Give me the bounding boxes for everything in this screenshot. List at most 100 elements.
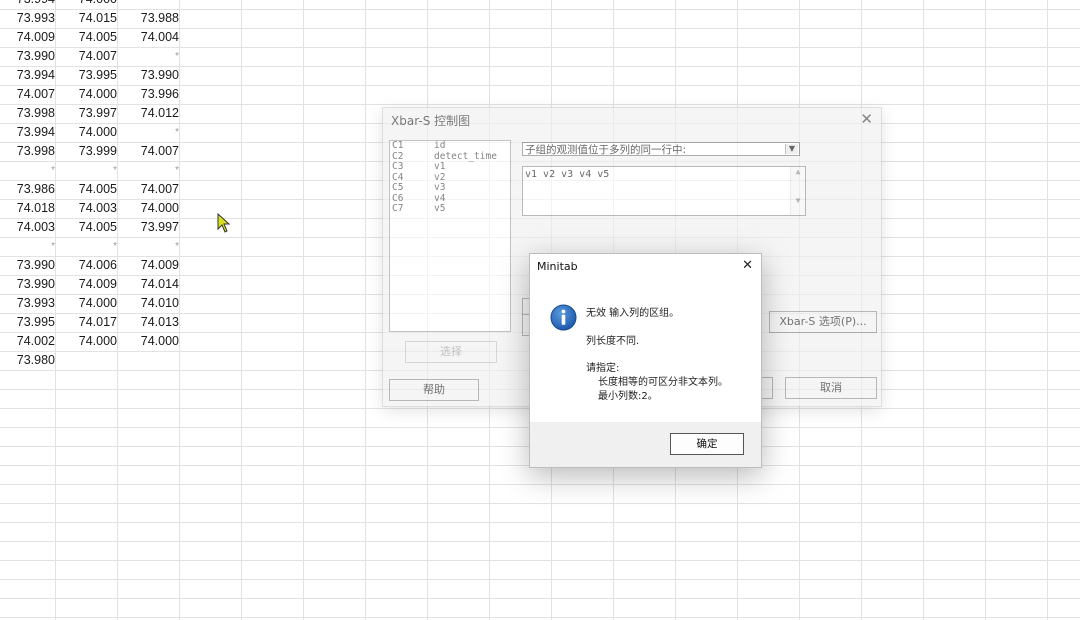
table-cell[interactable]: * [124,161,179,180]
dialog-title: Xbar-S 控制图 [391,114,471,128]
help-button[interactable]: 帮助 [389,379,479,401]
table-cell[interactable]: 74.012 [124,104,179,123]
table-cell[interactable]: 74.000 [62,332,117,351]
table-cell[interactable]: 74.000 [62,123,117,142]
column-list-item[interactable]: C2 detect_time [390,151,510,163]
table-row: 74.002 74.000 74.000 [0,332,240,351]
table-cell[interactable]: 73.995 [0,313,55,332]
table-cell[interactable]: 74.004 [124,28,179,47]
message-box-title: Minitab [537,260,578,273]
table-cell[interactable]: 73.998 [0,142,55,161]
dialog-close-icon[interactable]: ✕ [860,110,873,128]
table-cell[interactable]: 74.005 [62,218,117,237]
table-cell[interactable]: * [0,161,55,180]
table-cell[interactable]: 74.003 [62,199,117,218]
table-cell[interactable]: 74.015 [62,9,117,28]
table-cell[interactable]: 74.009 [124,256,179,275]
table-cell[interactable]: 73.990 [0,275,55,294]
table-cell[interactable]: * [124,237,179,256]
table-cell[interactable]: 73.993 [0,294,55,313]
scroll-down-icon[interactable]: ▼ [791,196,805,205]
table-cell[interactable]: 74.003 [0,218,55,237]
table-cell[interactable]: 74.000 [62,85,117,104]
table-cell[interactable] [62,351,117,370]
column-list-item[interactable]: C7 v5 [390,203,510,215]
table-row: 73.980 [0,351,240,370]
variables-value: v1 v2 v3 v4 v5 [525,169,610,180]
table-cell[interactable]: 73.986 [0,180,55,199]
table-cell[interactable]: 74.017 [62,313,117,332]
table-cell[interactable]: 73.993 [0,9,55,28]
table-cell[interactable]: 74.007 [124,142,179,161]
cancel-button[interactable]: 取消 [785,377,877,399]
table-cell[interactable]: 73.980 [0,351,55,370]
close-icon[interactable]: ✕ [742,258,753,273]
table-cell[interactable]: * [62,161,117,180]
table-cell[interactable]: 73.996 [124,85,179,104]
mouse-cursor-icon [217,212,231,237]
table-cell[interactable]: 74.007 [124,180,179,199]
table-cell[interactable]: 74.010 [124,294,179,313]
table-cell[interactable]: 73.998 [0,104,55,123]
column-id: C5 [392,182,404,193]
column-name: id [434,140,446,151]
message-line: 最小列数:2。 [598,391,658,402]
table-cell[interactable]: 74.018 [0,199,55,218]
table-cell[interactable]: 74.000 [62,294,117,313]
table-row: 74.009 74.005 74.004 [0,28,240,47]
table-cell[interactable]: 73.997 [62,104,117,123]
table-cell[interactable]: 74.000 [62,0,117,9]
table-cell[interactable]: 74.005 [62,28,117,47]
column-list-item[interactable]: C3 v1 [390,161,510,173]
table-cell[interactable]: 74.009 [0,28,55,47]
table-cell[interactable]: * [0,237,55,256]
column-list[interactable]: C1 id C2 detect_time C3 v1 C4 v2 C5 v3 C6 v4 C… [389,140,511,332]
table-cell[interactable]: 74.007 [62,47,117,66]
column-list-item[interactable]: C6 v4 [390,193,510,205]
table-row: 73.998 73.997 74.012 [0,104,240,123]
table-cell[interactable]: 74.013 [124,313,179,332]
table-cell[interactable]: 73.994 [0,123,55,142]
variables-scrollbar[interactable]: ▲ ▼ [790,167,805,215]
confirm-button[interactable]: 确定 [670,433,744,455]
table-row: 74.007 74.000 73.996 [0,85,240,104]
table-cell[interactable] [124,351,179,370]
table-cell[interactable]: 73.994 [0,0,55,9]
table-cell[interactable]: 74.000 [124,199,179,218]
table-cell[interactable]: 74.000 [124,332,179,351]
table-cell[interactable]: 74.014 [124,275,179,294]
table-cell[interactable]: 74.005 [62,180,117,199]
select-button[interactable]: 选择 [405,341,497,363]
scroll-up-icon[interactable]: ▲ [791,167,805,176]
column-list-item[interactable]: C5 v3 [390,182,510,194]
table-cell[interactable]: 73.995 [62,66,117,85]
message-box-footer: 确定 [530,422,761,467]
variables-input[interactable]: v1 v2 v3 v4 v5 ▲ ▼ [522,166,806,216]
table-cell[interactable] [124,0,179,9]
table-cell[interactable]: * [124,123,179,142]
table-cell[interactable]: * [62,237,117,256]
data-layout-select[interactable]: 子组的观测值位于多列的同一行中: ▼ [522,142,800,156]
table-row: 73.990 74.009 74.014 [0,275,240,294]
column-list-item[interactable]: C4 v2 [390,172,510,184]
table-cell[interactable]: 74.009 [62,275,117,294]
table-cell[interactable]: 73.997 [124,218,179,237]
table-cell[interactable]: 73.994 [0,66,55,85]
table-cell[interactable]: 73.999 [62,142,117,161]
table-cell[interactable]: 74.006 [62,256,117,275]
xbar-s-options-button[interactable]: Xbar-S 选项(P)... [769,311,877,333]
column-id: C3 [392,161,404,172]
message-line: 请指定: [586,363,620,374]
table-cell[interactable]: 74.007 [0,85,55,104]
message-line: 无效 输入列的区组。 [586,308,680,319]
table-cell[interactable]: * [124,47,179,66]
table-cell[interactable]: 73.990 [124,66,179,85]
column-name: v5 [434,203,446,214]
table-cell[interactable]: 74.002 [0,332,55,351]
table-cell[interactable]: 73.990 [0,256,55,275]
table-cell[interactable]: 73.988 [124,9,179,28]
column-list-item[interactable]: C1 id [390,140,510,152]
table-cell[interactable]: 73.990 [0,47,55,66]
dropdown-arrow-icon[interactable]: ▼ [785,144,798,154]
table-row: 73.986 74.005 74.007 [0,180,240,199]
